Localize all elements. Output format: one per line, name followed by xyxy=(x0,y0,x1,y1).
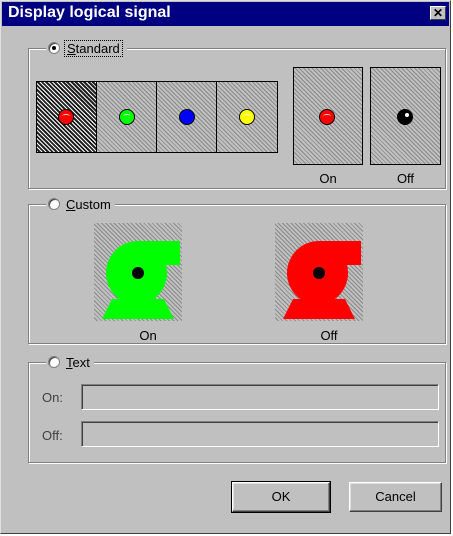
standard-on-preview[interactable] xyxy=(293,67,363,165)
standard-label-rest: tandard xyxy=(75,40,120,56)
standard-off-preview[interactable] xyxy=(370,67,441,165)
text-group xyxy=(28,362,446,463)
standard-cell-yellow[interactable] xyxy=(216,81,278,153)
title-bar: Display logical signal ✕ xyxy=(2,2,449,26)
red-fan-icon xyxy=(283,241,361,319)
custom-label: Custom xyxy=(66,196,111,212)
custom-radio-button[interactable] xyxy=(48,198,60,210)
custom-radio[interactable]: Custom xyxy=(46,196,115,212)
green-fan-icon xyxy=(102,241,180,319)
close-icon: ✕ xyxy=(432,6,444,20)
standard-color-strip[interactable] xyxy=(36,81,278,153)
text-off-input[interactable] xyxy=(81,421,439,447)
text-on-input[interactable] xyxy=(81,384,439,410)
dialog-window: Display logical signal ✕ Standard On Off… xyxy=(0,0,451,534)
text-radio[interactable]: Text xyxy=(46,354,94,370)
custom-off-image[interactable] xyxy=(275,223,363,321)
standard-radio[interactable]: Standard xyxy=(46,39,127,57)
on-led-icon xyxy=(319,109,335,125)
standard-cell-red[interactable] xyxy=(36,81,97,153)
custom-on-label: On xyxy=(139,328,157,343)
blue-led-icon xyxy=(179,109,195,125)
text-on-label: On: xyxy=(42,390,63,405)
close-button[interactable]: ✕ xyxy=(430,6,446,20)
window-title: Display logical signal xyxy=(8,4,171,21)
green-led-icon xyxy=(119,109,135,125)
cancel-button[interactable]: Cancel xyxy=(349,482,442,512)
text-radio-button[interactable] xyxy=(48,356,60,368)
standard-cell-blue[interactable] xyxy=(156,81,217,153)
standard-radio-button[interactable] xyxy=(48,42,60,54)
off-led-icon xyxy=(397,109,413,125)
custom-on-image[interactable] xyxy=(94,223,182,321)
standard-off-label: Off xyxy=(396,171,415,186)
text-label: Text xyxy=(66,354,90,370)
custom-off-label: Off xyxy=(320,328,338,343)
yellow-led-icon xyxy=(239,109,255,125)
red-led-icon xyxy=(58,109,74,125)
ok-button[interactable]: OK xyxy=(231,481,331,513)
custom-group xyxy=(28,204,446,344)
standard-cell-green[interactable] xyxy=(96,81,157,153)
standard-on-label: On xyxy=(319,171,337,186)
standard-label: Standard xyxy=(64,39,123,57)
text-off-label: Off: xyxy=(42,428,63,443)
